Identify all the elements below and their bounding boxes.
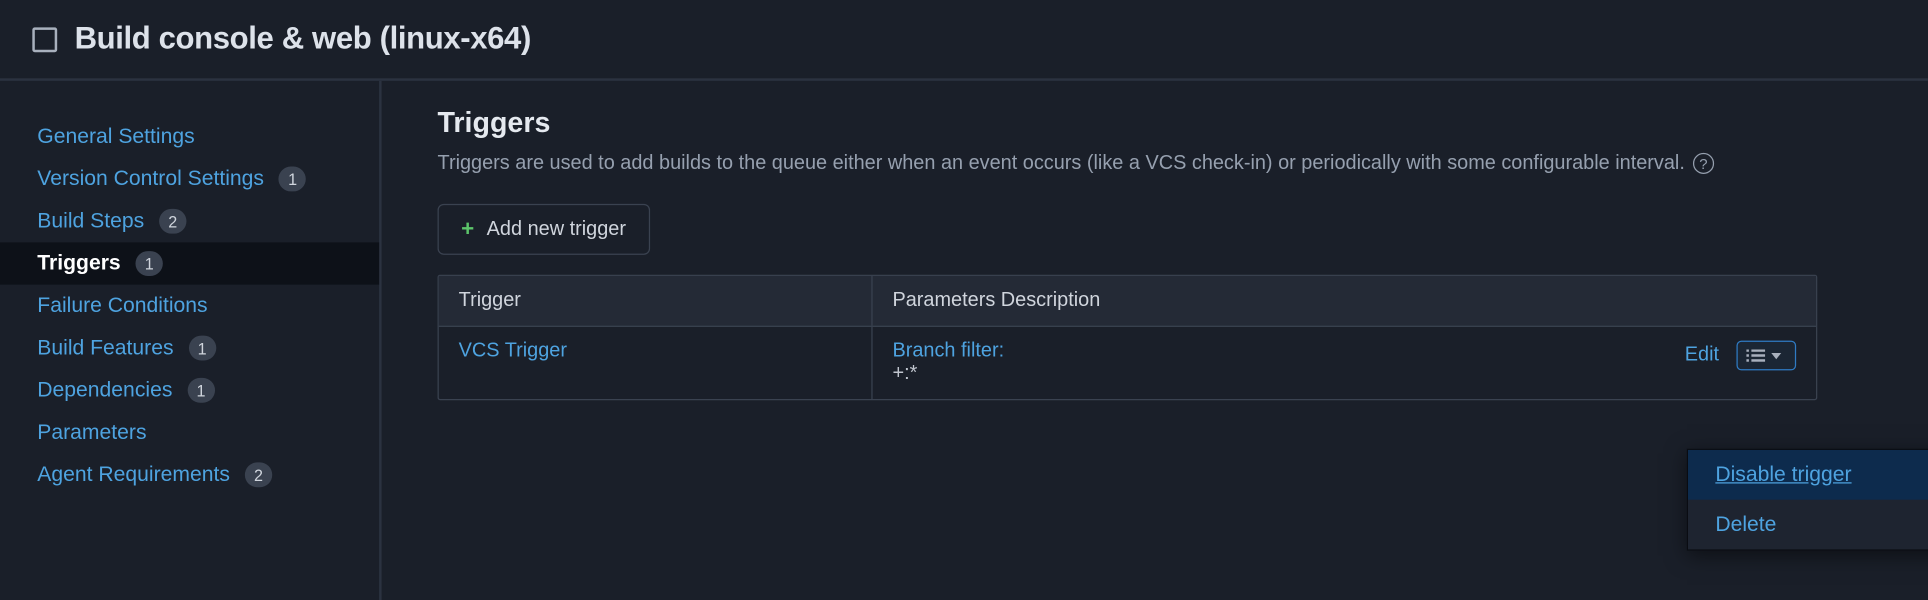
sidebar-item-label: Build Features	[37, 336, 173, 361]
count-badge: 2	[245, 462, 272, 487]
edit-link[interactable]: Edit	[1685, 344, 1719, 366]
branch-filter-value: +:*	[892, 363, 1004, 385]
sidebar-item-label: Agent Requirements	[37, 462, 230, 487]
sidebar-item-dependencies[interactable]: Dependencies 1	[0, 369, 379, 411]
add-new-trigger-button[interactable]: + Add new trigger	[438, 204, 650, 255]
sidebar-item-version-control-settings[interactable]: Version Control Settings 1	[0, 158, 379, 200]
row-actions: Edit	[1685, 341, 1796, 371]
count-badge: 1	[136, 251, 163, 276]
main-content: Triggers Triggers are used to add builds…	[382, 81, 1928, 600]
list-icon	[1751, 349, 1765, 361]
parameters-text: Branch filter: +:*	[892, 341, 1004, 386]
sidebar-item-build-steps[interactable]: Build Steps 2	[0, 200, 379, 242]
sidebar-item-general-settings[interactable]: General Settings	[0, 116, 379, 158]
sidebar-item-label: Failure Conditions	[37, 293, 207, 318]
chevron-down-icon	[1771, 352, 1781, 358]
count-badge: 1	[279, 167, 306, 192]
sidebar-item-build-features[interactable]: Build Features 1	[0, 327, 379, 369]
parameters-cell: Branch filter: +:* Edit	[873, 327, 1816, 399]
dropdown-label: Delete	[1715, 512, 1776, 536]
count-badge: 1	[187, 378, 214, 403]
dropdown-item-delete[interactable]: Delete	[1688, 500, 1928, 550]
trigger-cell: VCS Trigger	[439, 327, 873, 399]
sidebar: General Settings Version Control Setting…	[0, 81, 382, 600]
sidebar-item-label: Parameters	[37, 420, 146, 445]
sidebar-item-label: Version Control Settings	[37, 167, 264, 192]
sidebar-item-failure-conditions[interactable]: Failure Conditions	[0, 285, 379, 327]
trigger-link[interactable]: VCS Trigger	[459, 341, 567, 362]
page-header: Build console & web (linux-x64)	[0, 0, 1928, 81]
sidebar-item-label: Build Steps	[37, 209, 144, 234]
column-header-parameters: Parameters Description	[873, 276, 1816, 326]
sidebar-item-label: Dependencies	[37, 378, 172, 403]
sidebar-item-agent-requirements[interactable]: Agent Requirements 2	[0, 454, 379, 496]
count-badge: 1	[188, 336, 215, 361]
section-title: Triggers	[438, 106, 1872, 140]
column-header-trigger: Trigger	[439, 276, 873, 326]
dropdown-label: Disable trigger	[1715, 462, 1851, 486]
sidebar-item-label: General Settings	[37, 124, 194, 149]
row-menu-button[interactable]	[1736, 341, 1796, 371]
branch-filter-label: Branch filter:	[892, 341, 1004, 363]
count-badge: 2	[159, 209, 186, 234]
triggers-table: Trigger Parameters Description VCS Trigg…	[438, 275, 1818, 401]
page-title: Build console & web (linux-x64)	[75, 21, 531, 57]
add-button-label: Add new trigger	[487, 218, 626, 240]
table-header: Trigger Parameters Description	[439, 276, 1816, 327]
build-config-icon	[32, 27, 57, 52]
description-text: Triggers are used to add builds to the q…	[438, 153, 1685, 174]
help-icon[interactable]: ?	[1693, 153, 1714, 174]
sidebar-item-label: Triggers	[37, 251, 120, 276]
row-actions-dropdown: Disable trigger Delete	[1687, 449, 1928, 551]
sidebar-item-triggers[interactable]: Triggers 1	[0, 242, 379, 284]
sidebar-item-parameters[interactable]: Parameters	[0, 411, 379, 453]
dropdown-item-disable-trigger[interactable]: Disable trigger	[1688, 450, 1928, 500]
section-description: Triggers are used to add builds to the q…	[438, 149, 1743, 179]
plus-icon: +	[461, 216, 474, 242]
table-row: VCS Trigger Branch filter: +:* Edit	[439, 327, 1816, 399]
